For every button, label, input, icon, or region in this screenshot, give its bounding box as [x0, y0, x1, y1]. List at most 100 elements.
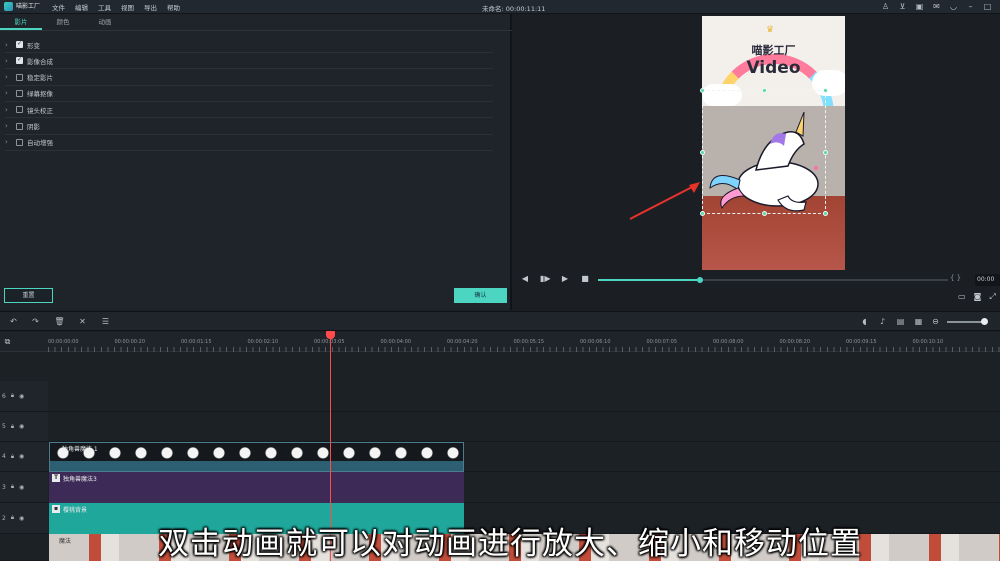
effect-label: 阴影: [27, 123, 40, 131]
maximize-icon[interactable]: □: [983, 2, 992, 11]
time-ruler[interactable]: ⧉ 00:00:00:00 00:00:00:20 00:00:01:15 00:00…: [0, 332, 1000, 352]
track-header: 3 🔒︎ ◉: [0, 472, 48, 502]
effect-row[interactable]: › 绿幕抠像: [5, 86, 493, 102]
tab-animation[interactable]: 动画: [84, 14, 126, 30]
pip-icon[interactable]: ▦: [913, 316, 924, 327]
audio-mixer-icon[interactable]: ▤: [895, 316, 906, 327]
resize-handle[interactable]: [823, 88, 828, 93]
chevron-right-icon[interactable]: ›: [5, 73, 13, 81]
preview-timecode: 00:00: [975, 274, 1000, 286]
undo-icon[interactable]: ↶: [8, 316, 19, 327]
effect-checkbox[interactable]: [16, 73, 23, 81]
lock-icon[interactable]: 🔒︎: [11, 514, 14, 522]
menu-view[interactable]: 视图: [121, 2, 134, 12]
effect-row[interactable]: › 稳定影片: [5, 70, 493, 86]
title-clip[interactable]: T 独角兽魔法3: [49, 472, 464, 503]
mail-icon[interactable]: ✉: [932, 2, 941, 11]
eye-icon[interactable]: ◉: [19, 453, 24, 460]
lock-icon[interactable]: 🔒︎: [11, 483, 14, 491]
step-back-icon[interactable]: ▮▶: [540, 274, 551, 284]
watermark-sub: Video: [746, 58, 801, 78]
effect-row[interactable]: › 阴影: [5, 119, 493, 135]
selection-box[interactable]: [700, 88, 828, 216]
eye-icon[interactable]: ◉: [19, 423, 24, 430]
effect-checkbox[interactable]: [16, 138, 23, 146]
stop-icon[interactable]: ■: [580, 274, 590, 284]
minimize-icon[interactable]: –: [966, 2, 975, 11]
menu-file[interactable]: 文件: [52, 2, 65, 12]
transport-bar: ◀︎ ▮▶ ▶ ■ { } 00:00: [514, 272, 1000, 288]
reset-button[interactable]: 重置: [4, 288, 53, 303]
track-manager-icon[interactable]: ⧉: [2, 336, 13, 347]
marker-icon[interactable]: ◖: [859, 316, 870, 327]
chevron-right-icon[interactable]: ›: [5, 89, 13, 97]
fullscreen-icon[interactable]: ⤢: [989, 292, 995, 302]
playback-progress[interactable]: [598, 277, 948, 283]
tab-video[interactable]: 影片: [0, 14, 42, 30]
resize-handle[interactable]: [700, 88, 705, 93]
chevron-right-icon[interactable]: ›: [5, 122, 13, 130]
menu-tools[interactable]: 工具: [98, 2, 111, 12]
effect-row[interactable]: › 形变: [5, 37, 493, 53]
effect-row[interactable]: › 影像合成: [5, 53, 493, 70]
eye-icon[interactable]: ◉: [19, 484, 24, 491]
menu-export[interactable]: 导出: [144, 2, 157, 12]
lock-icon[interactable]: 🔒︎: [11, 453, 14, 461]
playhead-handle[interactable]: [326, 331, 335, 339]
display-icon[interactable]: ▭: [958, 292, 966, 302]
redo-icon[interactable]: ↷: [30, 316, 41, 327]
chevron-right-icon[interactable]: ›: [5, 57, 13, 65]
resize-handle[interactable]: [823, 211, 828, 216]
effect-row[interactable]: › 自动增强: [5, 135, 493, 151]
effect-checkbox[interactable]: [16, 122, 23, 130]
resize-handle[interactable]: [762, 88, 767, 93]
effect-checkbox[interactable]: [16, 106, 23, 114]
ruler-label: 00:00:08:20: [779, 339, 811, 345]
tab-color[interactable]: 颜色: [42, 14, 84, 30]
effect-row[interactable]: › 镜头校正: [5, 102, 493, 119]
track-6[interactable]: 6 🔒︎ ◉: [0, 381, 1000, 412]
play-icon[interactable]: ▶: [560, 274, 570, 284]
lock-icon[interactable]: 🔒︎: [11, 392, 14, 400]
effect-checkbox[interactable]: [16, 40, 23, 48]
resize-handle[interactable]: [823, 150, 828, 155]
mic-icon[interactable]: ◡: [949, 2, 958, 11]
ruler-ticks: [48, 347, 1000, 352]
ok-button[interactable]: 确认: [454, 288, 507, 303]
clip-label: 独角兽魔法 1: [62, 446, 98, 453]
eye-icon[interactable]: ◉: [19, 393, 24, 400]
previous-frame-icon[interactable]: ◀︎: [520, 274, 530, 284]
zoom-out-icon[interactable]: ⊖: [930, 316, 941, 327]
effect-checkbox[interactable]: [16, 56, 23, 65]
track-3[interactable]: 3 🔒︎ ◉ T 独角兽魔法3: [0, 472, 1000, 503]
annotation-arrow: [629, 182, 700, 220]
effect-checkbox[interactable]: [16, 89, 23, 97]
track-4[interactable]: 4 🔒︎ ◉ 独角兽魔法 1: [0, 442, 1000, 472]
watermark-title: 喵影工厂: [751, 44, 796, 57]
cart-icon[interactable]: ⊻: [898, 2, 907, 11]
menu-edit[interactable]: 编辑: [75, 2, 88, 12]
chevron-right-icon[interactable]: ›: [5, 106, 13, 114]
unicorn-clip[interactable]: 独角兽魔法 1: [49, 442, 464, 472]
cut-icon[interactable]: ✕: [77, 316, 88, 327]
chevron-right-icon[interactable]: ›: [5, 138, 13, 146]
delete-icon[interactable]: 🗑: [54, 316, 65, 327]
chevron-right-icon[interactable]: ›: [5, 41, 13, 49]
adjust-icon[interactable]: ☰: [100, 316, 111, 327]
snapshot-icon[interactable]: ◙: [974, 292, 982, 302]
lock-icon[interactable]: 🔒︎: [11, 423, 14, 431]
progress-knob[interactable]: [696, 277, 703, 283]
menu-help[interactable]: 帮助: [167, 2, 180, 12]
track-number: 3: [2, 483, 6, 491]
resize-handle[interactable]: [700, 150, 705, 155]
voiceover-icon[interactable]: ♪: [877, 316, 888, 327]
ruler-label: 00:00:01:15: [181, 339, 212, 345]
mark-in-out-icon[interactable]: { }: [950, 274, 961, 282]
track-number: 5: [2, 423, 6, 430]
zoom-knob[interactable]: [981, 318, 988, 325]
resize-handle[interactable]: [762, 211, 767, 216]
track-5[interactable]: 5 🔒︎ ◉: [0, 412, 1000, 442]
account-icon[interactable]: ♙: [881, 2, 890, 11]
eye-icon[interactable]: ◉: [19, 515, 24, 522]
save-icon[interactable]: ▣: [915, 2, 924, 11]
